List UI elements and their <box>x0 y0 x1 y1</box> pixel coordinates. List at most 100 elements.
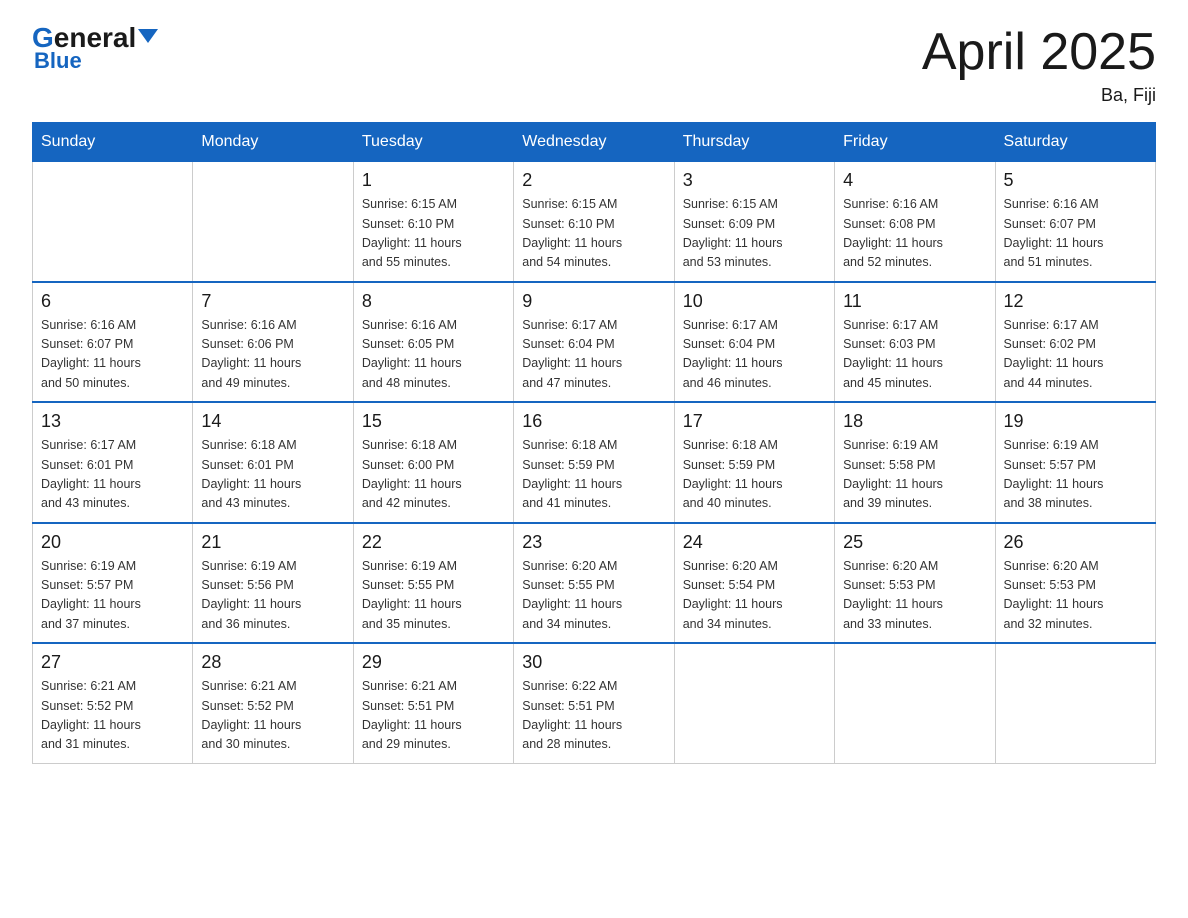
day-number: 29 <box>362 652 505 673</box>
calendar-cell: 3 Sunrise: 6:15 AM Sunset: 6:09 PM Daylig… <box>674 162 834 282</box>
day-number: 5 <box>1004 170 1147 191</box>
calendar-week-row: 20 Sunrise: 6:19 AM Sunset: 5:57 PM Dayli… <box>33 523 1156 644</box>
page-header: General Blue April 2025 Ba, Fiji <box>32 24 1156 106</box>
calendar-cell: 25 Sunrise: 6:20 AM Sunset: 5:53 PM Dayli… <box>835 523 995 644</box>
weekday-header-monday: Monday <box>193 123 353 162</box>
calendar-cell: 30 Sunrise: 6:22 AM Sunset: 5:51 PM Dayli… <box>514 643 674 763</box>
day-number: 9 <box>522 291 665 312</box>
day-number: 10 <box>683 291 826 312</box>
day-info: Sunrise: 6:18 AM Sunset: 5:59 PM Dayligh… <box>683 436 826 514</box>
calendar-cell: 29 Sunrise: 6:21 AM Sunset: 5:51 PM Dayli… <box>353 643 513 763</box>
title-block: April 2025 Ba, Fiji <box>922 24 1156 106</box>
calendar-week-row: 27 Sunrise: 6:21 AM Sunset: 5:52 PM Dayli… <box>33 643 1156 763</box>
day-info: Sunrise: 6:16 AM Sunset: 6:05 PM Dayligh… <box>362 316 505 394</box>
day-info: Sunrise: 6:20 AM Sunset: 5:53 PM Dayligh… <box>843 557 986 635</box>
calendar-cell: 2Sunrise: 6:15 AM Sunset: 6:10 PM Daylig… <box>514 162 674 282</box>
day-number: 20 <box>41 532 184 553</box>
day-info: Sunrise: 6:15 AM Sunset: 6:10 PM Dayligh… <box>522 195 665 273</box>
day-number: 21 <box>201 532 344 553</box>
day-info: Sunrise: 6:15 AM Sunset: 6:09 PM Dayligh… <box>683 195 826 273</box>
calendar-cell: 14 Sunrise: 6:18 AM Sunset: 6:01 PM Dayli… <box>193 402 353 523</box>
calendar-cell: 6 Sunrise: 6:16 AM Sunset: 6:07 PM Daylig… <box>33 282 193 403</box>
day-number: 6 <box>41 291 184 312</box>
day-info: Sunrise: 6:17 AM Sunset: 6:02 PM Dayligh… <box>1004 316 1147 394</box>
day-number: 1 <box>362 170 505 191</box>
calendar-cell: 7 Sunrise: 6:16 AM Sunset: 6:06 PM Daylig… <box>193 282 353 403</box>
weekday-header-thursday: Thursday <box>674 123 834 162</box>
calendar-week-row: 13Sunrise: 6:17 AM Sunset: 6:01 PM Dayli… <box>33 402 1156 523</box>
weekday-header-wednesday: Wednesday <box>514 123 674 162</box>
calendar-cell <box>193 162 353 282</box>
calendar-week-row: 1 Sunrise: 6:15 AM Sunset: 6:10 PM Daylig… <box>33 162 1156 282</box>
day-number: 25 <box>843 532 986 553</box>
day-info: Sunrise: 6:21 AM Sunset: 5:52 PM Dayligh… <box>41 677 184 755</box>
calendar-cell: 15Sunrise: 6:18 AM Sunset: 6:00 PM Dayli… <box>353 402 513 523</box>
day-number: 4 <box>843 170 986 191</box>
day-info: Sunrise: 6:18 AM Sunset: 6:01 PM Dayligh… <box>201 436 344 514</box>
calendar-week-row: 6 Sunrise: 6:16 AM Sunset: 6:07 PM Daylig… <box>33 282 1156 403</box>
weekday-header-friday: Friday <box>835 123 995 162</box>
day-info: Sunrise: 6:21 AM Sunset: 5:52 PM Dayligh… <box>201 677 344 755</box>
day-info: Sunrise: 6:20 AM Sunset: 5:54 PM Dayligh… <box>683 557 826 635</box>
day-number: 13 <box>41 411 184 432</box>
calendar-cell: 21 Sunrise: 6:19 AM Sunset: 5:56 PM Dayli… <box>193 523 353 644</box>
calendar-cell: 17 Sunrise: 6:18 AM Sunset: 5:59 PM Dayli… <box>674 402 834 523</box>
day-info: Sunrise: 6:19 AM Sunset: 5:56 PM Dayligh… <box>201 557 344 635</box>
calendar-table: SundayMondayTuesdayWednesdayThursdayFrid… <box>32 122 1156 764</box>
day-info: Sunrise: 6:19 AM Sunset: 5:58 PM Dayligh… <box>843 436 986 514</box>
calendar-cell <box>674 643 834 763</box>
calendar-cell: 27 Sunrise: 6:21 AM Sunset: 5:52 PM Dayli… <box>33 643 193 763</box>
day-number: 23 <box>522 532 665 553</box>
day-info: Sunrise: 6:22 AM Sunset: 5:51 PM Dayligh… <box>522 677 665 755</box>
day-info: Sunrise: 6:17 AM Sunset: 6:04 PM Dayligh… <box>522 316 665 394</box>
calendar-cell <box>995 643 1155 763</box>
calendar-cell: 12 Sunrise: 6:17 AM Sunset: 6:02 PM Dayli… <box>995 282 1155 403</box>
day-number: 17 <box>683 411 826 432</box>
calendar-title: April 2025 <box>922 24 1156 81</box>
calendar-cell <box>835 643 995 763</box>
logo: General Blue <box>32 24 158 74</box>
day-number: 19 <box>1004 411 1147 432</box>
weekday-header-row: SundayMondayTuesdayWednesdayThursdayFrid… <box>33 123 1156 162</box>
calendar-cell: 1Sunrise: 6:15 AM Sunset: 6:10 PM Daylig… <box>353 162 513 282</box>
calendar-cell: 8Sunrise: 6:16 AM Sunset: 6:05 PM Daylig… <box>353 282 513 403</box>
calendar-cell: 9 Sunrise: 6:17 AM Sunset: 6:04 PM Daylig… <box>514 282 674 403</box>
day-info: Sunrise: 6:19 AM Sunset: 5:57 PM Dayligh… <box>1004 436 1147 514</box>
calendar-cell: 19 Sunrise: 6:19 AM Sunset: 5:57 PM Dayli… <box>995 402 1155 523</box>
weekday-header-sunday: Sunday <box>33 123 193 162</box>
day-number: 12 <box>1004 291 1147 312</box>
day-number: 11 <box>843 291 986 312</box>
calendar-body: 1 Sunrise: 6:15 AM Sunset: 6:10 PM Daylig… <box>33 162 1156 764</box>
day-number: 28 <box>201 652 344 673</box>
day-number: 15 <box>362 411 505 432</box>
calendar-subtitle: Ba, Fiji <box>922 85 1156 106</box>
day-info: Sunrise: 6:19 AM Sunset: 5:55 PM Dayligh… <box>362 557 505 635</box>
calendar-cell: 22 Sunrise: 6:19 AM Sunset: 5:55 PM Dayli… <box>353 523 513 644</box>
calendar-cell: 23Sunrise: 6:20 AM Sunset: 5:55 PM Dayli… <box>514 523 674 644</box>
calendar-header: SundayMondayTuesdayWednesdayThursdayFrid… <box>33 123 1156 162</box>
day-info: Sunrise: 6:19 AM Sunset: 5:57 PM Dayligh… <box>41 557 184 635</box>
day-info: Sunrise: 6:21 AM Sunset: 5:51 PM Dayligh… <box>362 677 505 755</box>
day-info: Sunrise: 6:17 AM Sunset: 6:04 PM Dayligh… <box>683 316 826 394</box>
day-info: Sunrise: 6:20 AM Sunset: 5:53 PM Dayligh… <box>1004 557 1147 635</box>
calendar-cell: 24Sunrise: 6:20 AM Sunset: 5:54 PM Dayli… <box>674 523 834 644</box>
day-info: Sunrise: 6:16 AM Sunset: 6:07 PM Dayligh… <box>41 316 184 394</box>
day-number: 22 <box>362 532 505 553</box>
day-info: Sunrise: 6:16 AM Sunset: 6:08 PM Dayligh… <box>843 195 986 273</box>
calendar-cell: 5 Sunrise: 6:16 AM Sunset: 6:07 PM Daylig… <box>995 162 1155 282</box>
logo-blue-text: Blue <box>32 48 82 74</box>
day-number: 27 <box>41 652 184 673</box>
calendar-cell: 11Sunrise: 6:17 AM Sunset: 6:03 PM Dayli… <box>835 282 995 403</box>
day-number: 14 <box>201 411 344 432</box>
calendar-cell: 16Sunrise: 6:18 AM Sunset: 5:59 PM Dayli… <box>514 402 674 523</box>
day-number: 3 <box>683 170 826 191</box>
weekday-header-tuesday: Tuesday <box>353 123 513 162</box>
day-info: Sunrise: 6:16 AM Sunset: 6:06 PM Dayligh… <box>201 316 344 394</box>
day-number: 18 <box>843 411 986 432</box>
day-info: Sunrise: 6:16 AM Sunset: 6:07 PM Dayligh… <box>1004 195 1147 273</box>
weekday-header-saturday: Saturday <box>995 123 1155 162</box>
day-number: 7 <box>201 291 344 312</box>
day-number: 30 <box>522 652 665 673</box>
day-number: 16 <box>522 411 665 432</box>
calendar-cell: 4 Sunrise: 6:16 AM Sunset: 6:08 PM Daylig… <box>835 162 995 282</box>
